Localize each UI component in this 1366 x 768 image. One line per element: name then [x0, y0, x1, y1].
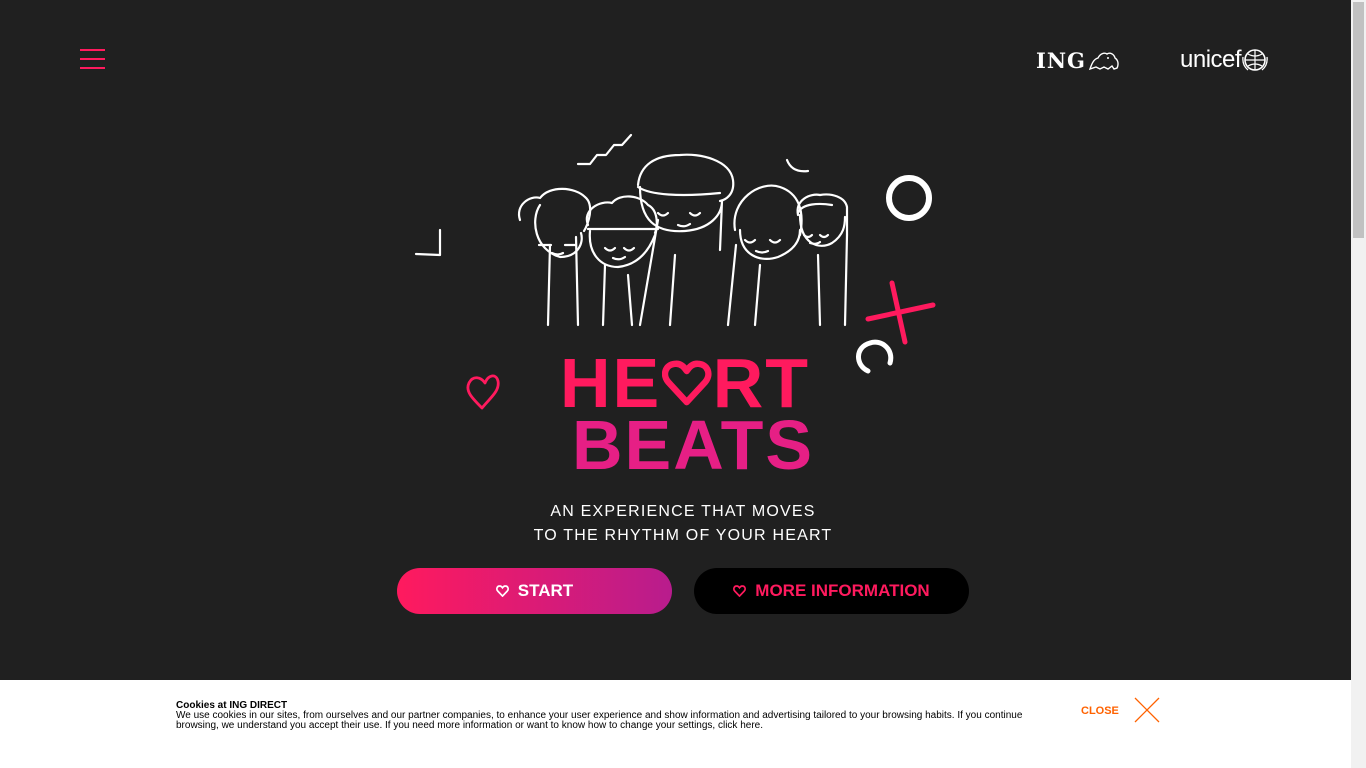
title-beats: BEATS [572, 406, 815, 484]
ing-logo-text: ING [1036, 48, 1086, 73]
scrollbar-thumb[interactable] [1353, 2, 1364, 238]
scrollbar[interactable] [1351, 0, 1366, 768]
cookie-close-button[interactable]: CLOSE [1081, 705, 1119, 717]
title-rt: RT [712, 344, 810, 422]
unicef-logo[interactable]: unicef [1180, 46, 1268, 74]
heart-beats-title: HE RT BEATS [560, 344, 815, 484]
cookie-banner: Cookies at ING DIRECT We use cookies in … [0, 680, 1351, 768]
unicef-logo-text: unicef [1180, 46, 1242, 73]
title-he: HE [560, 344, 662, 422]
start-button-label: START [517, 581, 574, 600]
page: ING unicef HE RT BEATS AN EXPERIENCE THA… [0, 0, 1351, 768]
lion-icon [1088, 52, 1119, 70]
heart-icon [662, 360, 712, 406]
close-icon[interactable] [1134, 697, 1160, 723]
subtitle-line-2: TO THE RHYTHM OF YOUR HEART [533, 527, 833, 544]
more-information-button[interactable]: MORE INFORMATION [694, 568, 969, 614]
cookie-body: We use cookies in our sites, from oursel… [176, 710, 1023, 731]
cookie-text: Cookies at ING DIRECT We use cookies in … [176, 701, 1036, 731]
subtitle-line-1: AN EXPERIENCE THAT MOVES [550, 503, 816, 520]
hero-subtitle: AN EXPERIENCE THAT MOVES TO THE RHYTHM O… [483, 500, 883, 548]
start-button[interactable]: START [397, 568, 672, 614]
ing-logo[interactable]: ING [1036, 48, 1120, 73]
heart-outline-icon [733, 585, 747, 597]
globe-emblem-icon [1242, 49, 1268, 71]
heart-outline-icon [495, 585, 509, 597]
hamburger-menu-icon[interactable] [80, 49, 106, 71]
more-information-label: MORE INFORMATION [755, 581, 930, 600]
